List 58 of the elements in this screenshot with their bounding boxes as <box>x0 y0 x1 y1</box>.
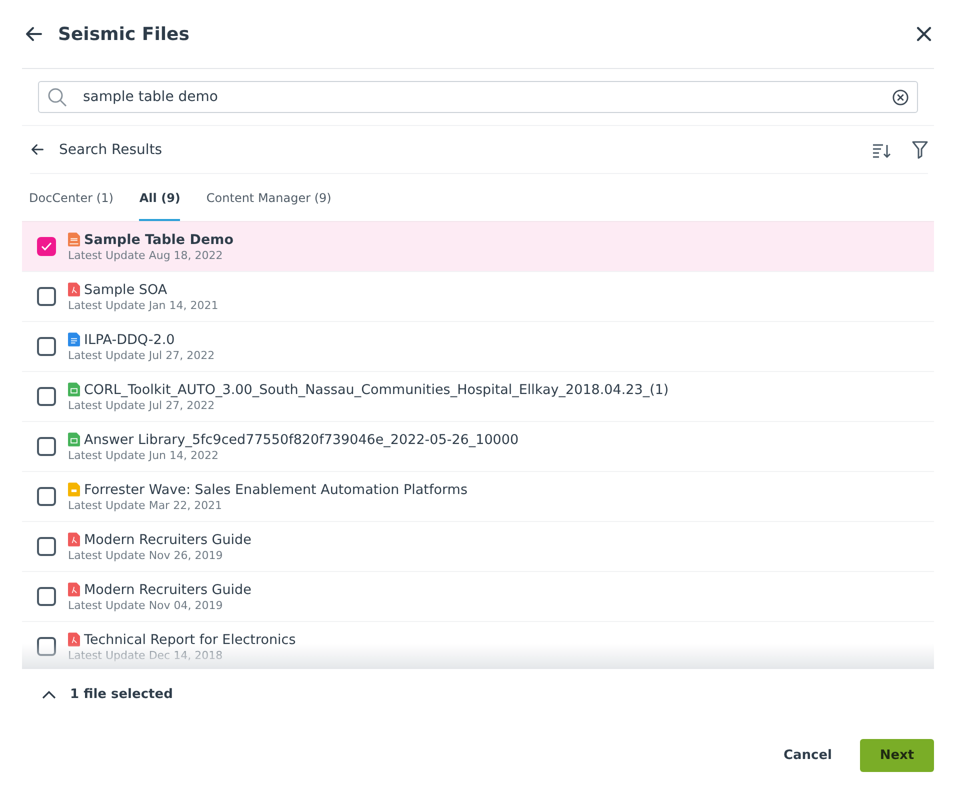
presentation-file-icon <box>68 232 80 247</box>
next-button[interactable]: Next <box>860 739 934 772</box>
tab[interactable]: Content Manager (9) <box>206 174 332 221</box>
update-date: Latest Update Dec 14, 2018 <box>68 648 224 662</box>
file-name: Modern Recruiters Guide <box>84 582 252 598</box>
sheet-file-icon <box>68 432 80 447</box>
back-arrow-icon <box>24 24 44 44</box>
check-icon <box>41 242 52 251</box>
update-date: Latest Update Nov 26, 2019 <box>68 548 224 562</box>
close-icon <box>916 26 932 42</box>
update-date: Latest Update Nov 04, 2019 <box>68 598 224 612</box>
tab[interactable]: DocCenter (1) <box>29 174 114 221</box>
pdf-file-icon <box>68 282 80 297</box>
search-field[interactable]: sample table demo <box>38 81 918 113</box>
sheet-file-icon <box>68 382 80 397</box>
checkbox[interactable] <box>37 237 56 256</box>
file-name: Sample Table Demo <box>84 232 234 248</box>
results-back-button[interactable] <box>30 142 45 157</box>
pdf-file-icon <box>68 582 80 597</box>
doc-file-icon <box>68 332 80 347</box>
expand-button[interactable] <box>42 690 56 698</box>
file-name: Answer Library_5fc9ced77550f820f739046e_2022-05-26_10000 <box>84 432 519 448</box>
file-name: CORL_Toolkit_AUTO_3.00_South_Nassau_Communities_Hospital_Ellkay_2018.04.23_(1) <box>84 382 669 398</box>
pdf-file-icon <box>68 532 80 547</box>
selection-summary: 1 file selected <box>70 686 173 702</box>
slides-file-icon <box>68 482 80 497</box>
update-date: Latest Update Jul 27, 2022 <box>68 398 216 412</box>
checkbox[interactable] <box>37 337 56 356</box>
dialog-title: Seismic Files <box>58 24 190 44</box>
search-icon <box>47 87 67 107</box>
checkbox[interactable] <box>37 437 56 456</box>
cancel-button[interactable]: Cancel <box>779 740 836 771</box>
results-heading: Search Results <box>59 142 164 158</box>
checkbox[interactable] <box>37 387 56 406</box>
file-row[interactable]: Sample Table Demo Latest Update Aug 18, 2022 <box>22 222 934 272</box>
close-button[interactable] <box>916 26 932 42</box>
update-date: Latest Update Jul 27, 2022 <box>68 348 215 362</box>
checkbox[interactable] <box>37 537 56 556</box>
file-name: Sample SOA <box>84 282 168 298</box>
checkbox[interactable] <box>37 487 56 506</box>
checkbox[interactable] <box>37 587 56 606</box>
file-name: ILPA-DDQ-2.0 <box>84 332 175 348</box>
checkbox[interactable] <box>37 287 56 306</box>
file-name: Modern Recruiters Guide <box>84 532 252 548</box>
filter-button[interactable] <box>912 140 928 158</box>
update-date: Latest Update Jan 14, 2021 <box>68 298 218 312</box>
clear-icon[interactable] <box>892 88 909 106</box>
back-button[interactable] <box>24 24 44 44</box>
pdf-file-icon <box>68 632 80 647</box>
checkbox[interactable] <box>37 637 56 656</box>
file-name: Forrester Wave: Sales Enablement Automation Platforms <box>84 482 468 498</box>
back-arrow-icon <box>30 142 45 157</box>
update-date: Latest Update Jun 14, 2022 <box>68 448 220 462</box>
update-date: Latest Update Aug 18, 2022 <box>68 248 224 262</box>
chevron-up-icon <box>42 690 56 698</box>
update-date: Latest Update Mar 22, 2021 <box>68 498 224 512</box>
file-name: Technical Report for Electronics <box>84 632 296 648</box>
filter-icon <box>912 140 928 158</box>
